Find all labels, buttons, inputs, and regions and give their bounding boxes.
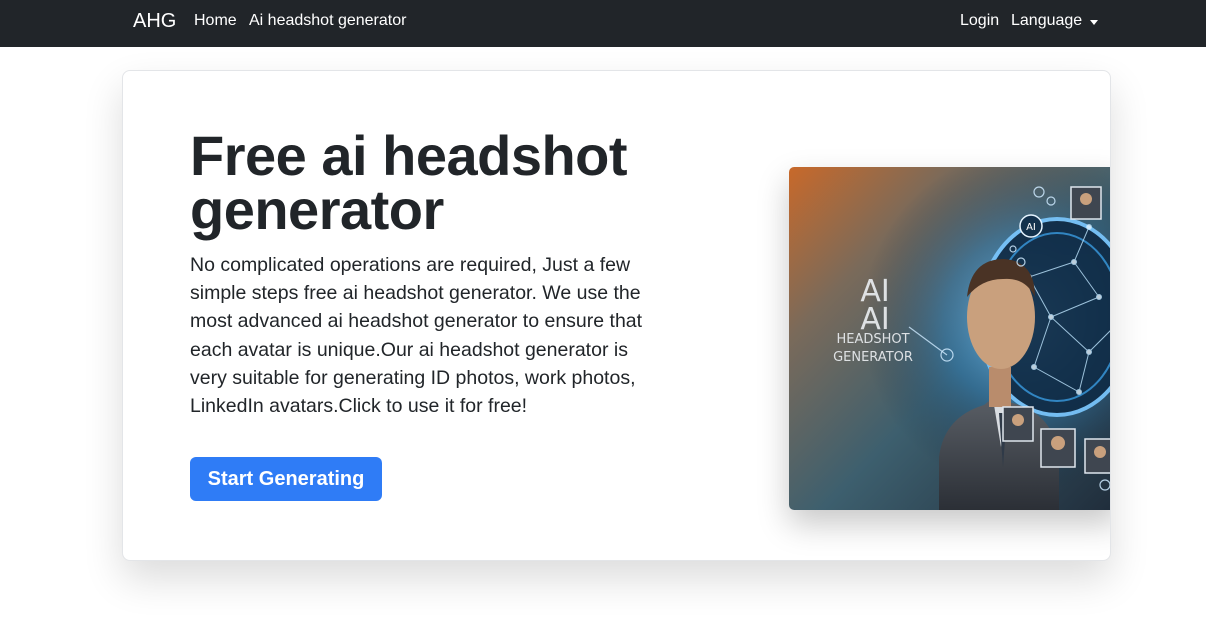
ai-headshot-illustration: AI AI AI HEADSHOT GENERATOR xyxy=(789,167,1110,510)
nav-link-ai-headshot-generator[interactable]: Ai headshot generator xyxy=(249,11,406,31)
image-text-generator: GENERATOR xyxy=(833,350,913,365)
image-text-headshot: HEADSHOT xyxy=(836,332,909,347)
language-dropdown[interactable]: Language xyxy=(1011,11,1099,31)
caret-down-icon xyxy=(1090,19,1099,25)
hero-description: No complicated operations are required, … xyxy=(190,254,643,418)
top-navbar: AHG Home Ai headshot generator Login Lan… xyxy=(0,0,1206,47)
start-generating-button[interactable]: Start Generating xyxy=(190,457,382,501)
hero-card: Free ai headshot generator No complicate… xyxy=(122,70,1111,561)
page-title: Free ai headshot generator xyxy=(190,124,628,241)
login-link[interactable]: Login xyxy=(960,11,999,31)
nav-link-home[interactable]: Home xyxy=(194,11,237,31)
ai-badge-text: AI xyxy=(1026,222,1036,233)
brand-logo[interactable]: AHG xyxy=(133,9,176,33)
language-label: Language xyxy=(1011,12,1083,29)
hero-image: AI AI AI HEADSHOT GENERATOR xyxy=(789,167,1110,510)
